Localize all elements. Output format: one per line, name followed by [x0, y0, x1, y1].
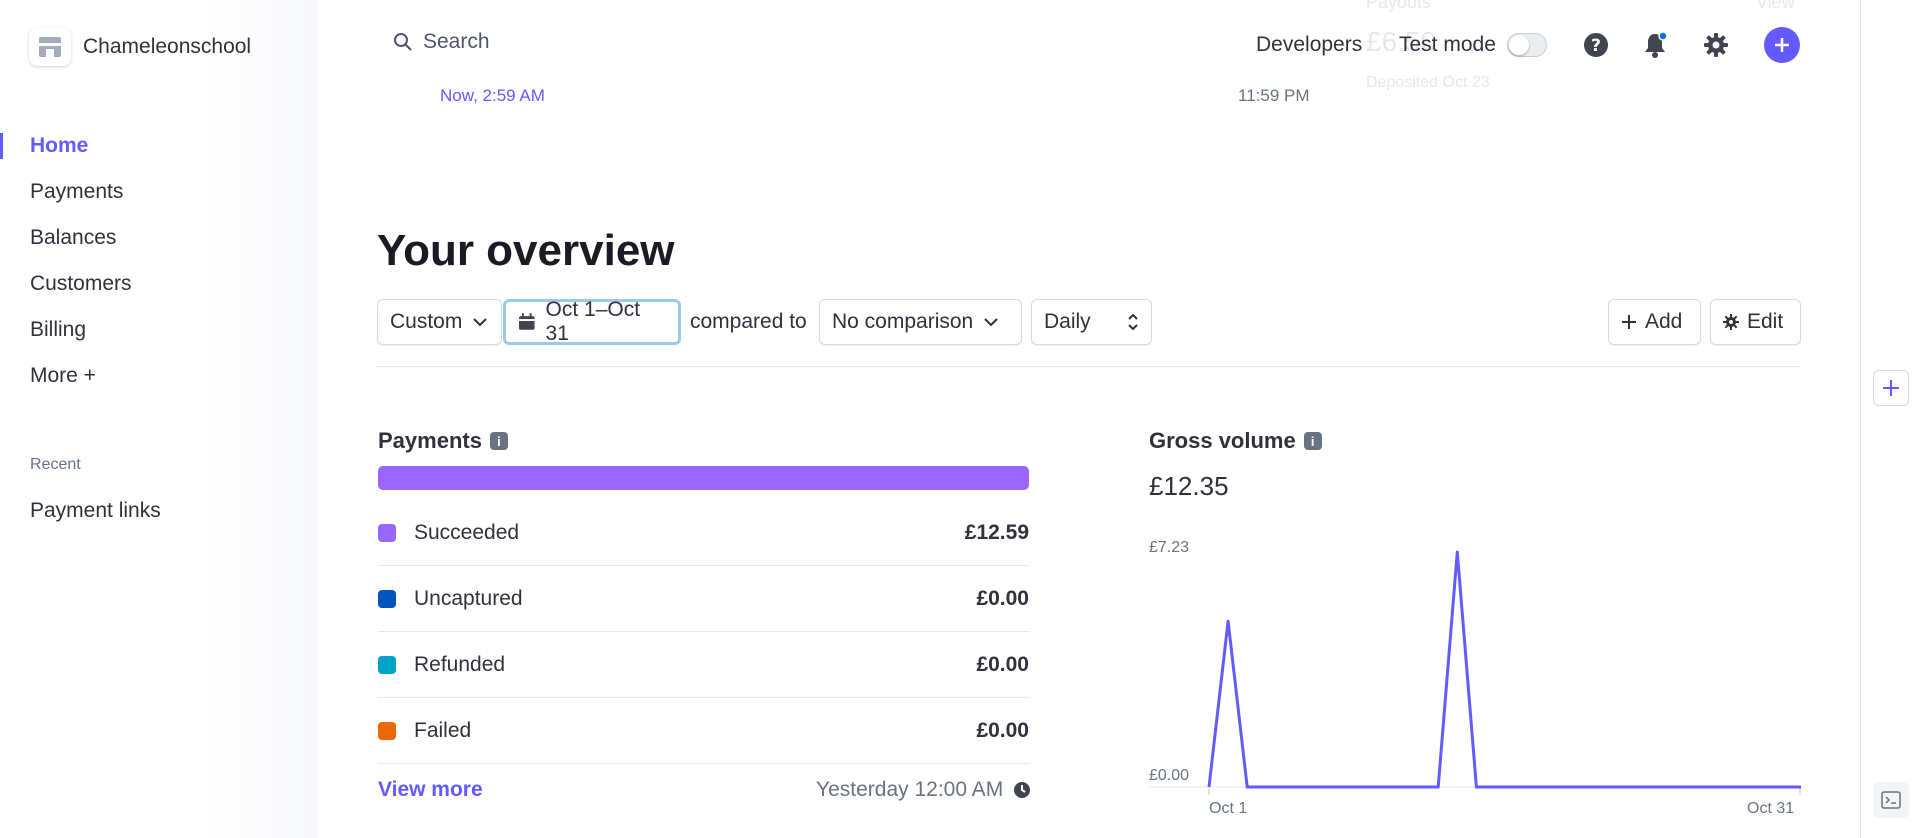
search-placeholder: Search: [423, 30, 490, 53]
help-icon[interactable]: ?: [1581, 30, 1611, 60]
brand-name: Chameleonschool: [83, 35, 252, 58]
plus-icon: [1883, 380, 1899, 396]
payouts-deposited: Deposited Oct 23: [1366, 74, 1490, 91]
info-icon[interactable]: i: [489, 432, 508, 450]
chart-time-end: 11:59 PM: [1238, 86, 1310, 105]
compared-to-label: compared to: [690, 310, 807, 333]
uncaptured-swatch: [378, 589, 396, 608]
chevron-updown-icon: [1128, 313, 1138, 331]
payments-card-title[interactable]: Payments i: [378, 428, 508, 454]
sidebar-item-customers[interactable]: Customers: [30, 272, 132, 296]
search-input[interactable]: Search: [393, 30, 490, 54]
add-label: Add: [1645, 310, 1683, 333]
x-start-label: Oct 1: [1209, 800, 1248, 817]
sidebar-item-payments[interactable]: Payments: [30, 180, 123, 204]
payouts-label: Payouts: [1366, 0, 1432, 12]
last-updated: Yesterday 12:00 AM: [816, 778, 1031, 802]
rail-add-button[interactable]: [1873, 370, 1909, 406]
gear-icon: [1723, 314, 1739, 330]
succeeded-swatch: [378, 523, 396, 542]
comparison-value: No comparison: [832, 310, 974, 333]
row-value: £12.59: [964, 520, 1029, 544]
terminal-button[interactable]: [1873, 782, 1909, 818]
terminal-icon: [1881, 791, 1901, 809]
plus-icon: [1622, 315, 1636, 329]
payment-row-uncaptured[interactable]: Uncaptured £0.00: [378, 566, 1029, 632]
interval-select[interactable]: Daily: [1031, 299, 1152, 345]
divider: [377, 366, 1801, 367]
chevron-down-icon: [984, 318, 998, 327]
gross-volume-chart[interactable]: [1149, 540, 1801, 802]
payment-row-refunded[interactable]: Refunded £0.00: [378, 632, 1029, 698]
chart-time-start: Now, 2:59 AM: [440, 86, 545, 105]
row-label: Failed: [414, 718, 472, 742]
recent-heading: Recent: [30, 456, 81, 473]
gross-volume-card-title[interactable]: Gross volume i: [1149, 428, 1322, 454]
date-range-picker[interactable]: Oct 1–Oct 31: [503, 298, 681, 345]
x-end-label: Oct 31: [1747, 800, 1795, 817]
row-label: Succeeded: [414, 520, 520, 544]
right-rail: [1860, 0, 1920, 838]
series-line: [1207, 550, 1801, 789]
calendar-icon: [518, 313, 535, 330]
test-mode-label: Test mode: [1399, 33, 1496, 56]
chevron-down-icon: [473, 318, 488, 327]
search-icon: [394, 33, 412, 51]
failed-swatch: [378, 721, 396, 740]
create-plus-button[interactable]: [1764, 27, 1800, 63]
row-value: £0.00: [976, 586, 1029, 610]
row-value: £0.00: [976, 718, 1029, 742]
range-preset-value: Custom: [390, 310, 463, 333]
view-more-link[interactable]: View more: [378, 778, 483, 802]
row-label: Uncaptured: [414, 586, 523, 610]
developers-link[interactable]: Developers: [1256, 33, 1362, 57]
info-icon[interactable]: i: [1303, 432, 1322, 450]
row-value: £0.00: [976, 652, 1029, 676]
bell-icon[interactable]: [1640, 30, 1670, 60]
sidebar-item-more[interactable]: More +: [30, 364, 96, 388]
store-icon: [29, 28, 71, 66]
payment-row-succeeded[interactable]: Succeeded £12.59: [378, 500, 1029, 566]
test-mode-toggle[interactable]: [1507, 33, 1547, 57]
clock-icon: [1014, 782, 1031, 798]
svg-text:?: ?: [1591, 36, 1601, 56]
edit-button[interactable]: Edit: [1710, 299, 1801, 345]
payouts-view-link: View: [1756, 0, 1795, 12]
add-widget-button[interactable]: Add: [1608, 299, 1701, 345]
page-title: Your overview: [377, 226, 675, 275]
sidebar-item-balances[interactable]: Balances: [30, 226, 116, 250]
sidebar-item-payment-links[interactable]: Payment links: [30, 499, 161, 523]
updated-time: Yesterday 12:00 AM: [816, 778, 1004, 801]
gross-volume-title: Gross volume: [1149, 428, 1296, 453]
plus-icon: [1775, 38, 1789, 52]
payment-row-failed[interactable]: Failed £0.00: [378, 698, 1029, 764]
gross-volume-value: £12.35: [1149, 471, 1229, 501]
payments-title: Payments: [378, 428, 482, 453]
edit-label: Edit: [1747, 310, 1784, 333]
payments-progress-bar: [378, 466, 1029, 490]
sidebar: Chameleonschool Home Payments Balances C…: [0, 0, 318, 838]
range-preset-select[interactable]: Custom: [377, 299, 502, 345]
brand[interactable]: Chameleonschool: [29, 28, 251, 66]
sidebar-item-billing[interactable]: Billing: [30, 318, 86, 342]
interval-value: Daily: [1044, 310, 1091, 333]
active-nav-indicator: [0, 133, 3, 159]
row-label: Refunded: [414, 652, 506, 676]
gear-icon[interactable]: [1701, 30, 1731, 60]
comparison-select[interactable]: No comparison: [819, 299, 1022, 345]
date-range-value: Oct 1–Oct 31: [545, 298, 641, 345]
refunded-swatch: [378, 655, 396, 674]
sidebar-item-home[interactable]: Home: [30, 134, 88, 158]
